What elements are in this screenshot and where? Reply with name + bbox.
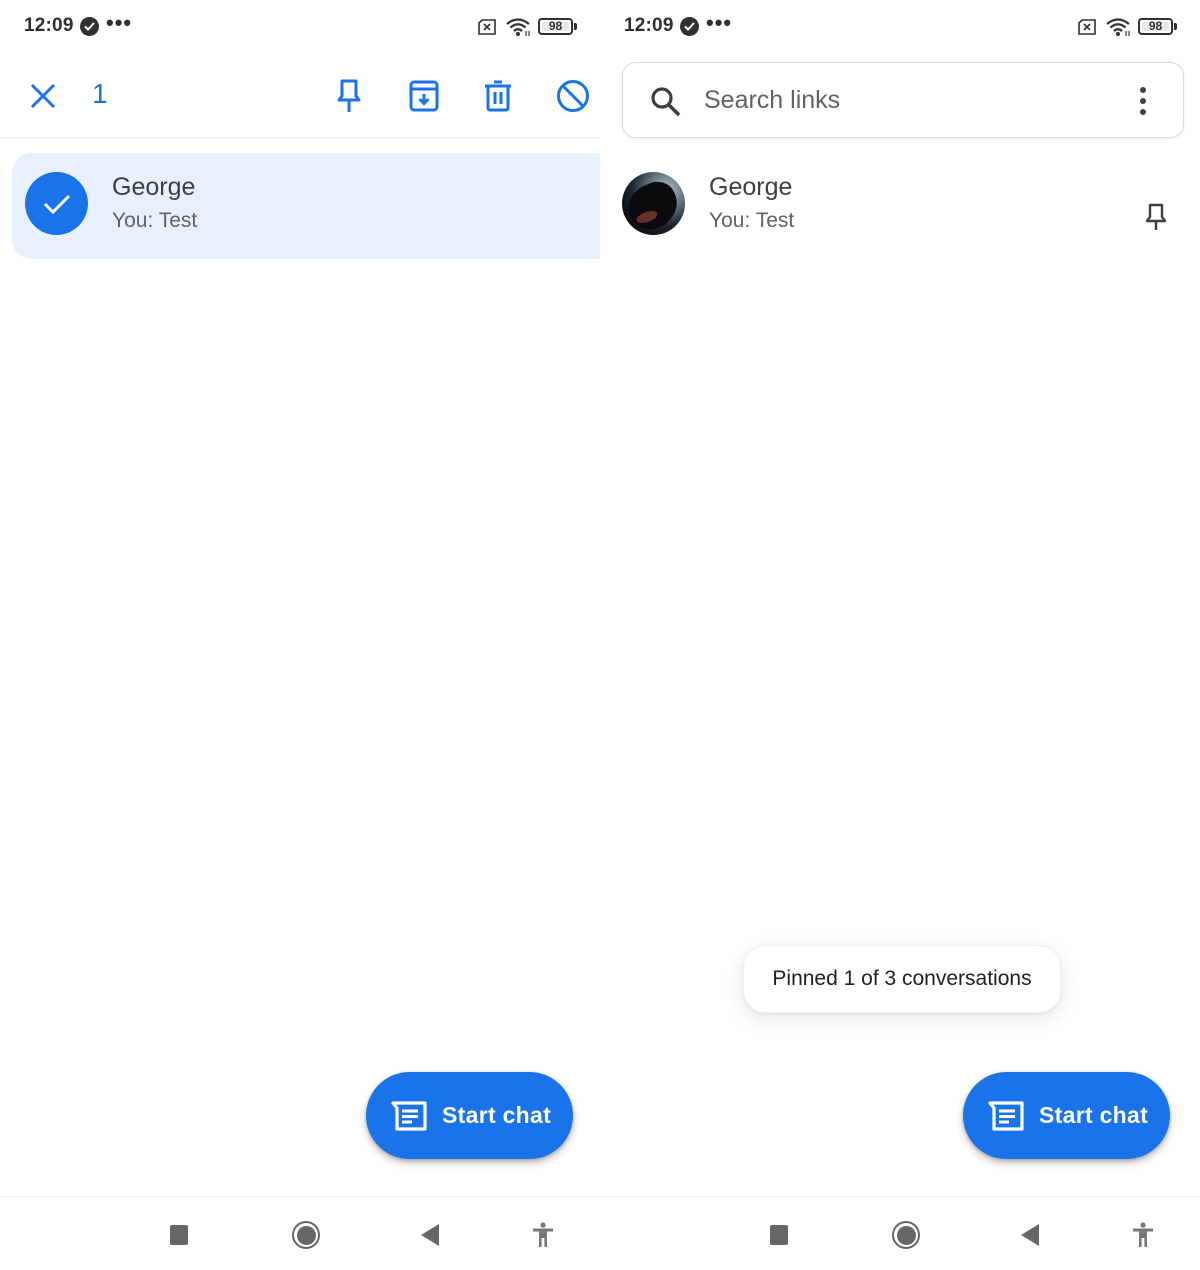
accessibility-button[interactable] <box>1123 1217 1163 1253</box>
selected-checkmark-avatar[interactable] <box>25 172 88 235</box>
no-sim-icon <box>478 19 496 35</box>
status-bar: 12:09 ••• 98 <box>0 0 600 54</box>
status-bar: 12:09 ••• 98 <box>600 0 1200 54</box>
wifi-icon <box>1106 18 1130 36</box>
pin-icon <box>337 79 361 112</box>
navigation-bar <box>0 1196 600 1270</box>
back-icon <box>421 1224 439 1246</box>
selected-count: 1 <box>92 78 108 109</box>
back-button[interactable] <box>1010 1217 1050 1253</box>
home-icon <box>292 1221 320 1249</box>
recents-icon <box>170 1225 188 1245</box>
archive-icon <box>409 80 439 112</box>
status-time: 12:09 <box>24 15 74 36</box>
selection-toolbar: 1 <box>0 54 600 138</box>
left-screen: 12:09 ••• 98 1 George You: Test Start ch… <box>0 0 600 1270</box>
start-chat-button[interactable]: Start chat <box>366 1072 573 1159</box>
back-icon <box>1021 1224 1039 1246</box>
avatar <box>622 172 685 235</box>
recents-button[interactable] <box>759 1217 799 1253</box>
verified-check-icon <box>80 17 99 36</box>
wifi-icon <box>506 18 530 36</box>
search-bar[interactable]: Search links <box>622 62 1184 138</box>
home-button[interactable] <box>886 1217 926 1253</box>
battery-level: 98 <box>1148 19 1163 33</box>
recents-icon <box>770 1225 788 1245</box>
accessibility-icon <box>533 1222 553 1247</box>
home-icon <box>892 1221 920 1249</box>
notification-dots: ••• <box>706 10 733 35</box>
trash-icon <box>485 80 511 112</box>
navigation-bar <box>600 1196 1200 1270</box>
search-input[interactable]: Search links <box>704 86 840 115</box>
recents-button[interactable] <box>159 1217 199 1253</box>
no-sim-icon <box>1078 19 1096 35</box>
start-chat-button[interactable]: Start chat <box>963 1072 1170 1159</box>
block-icon <box>557 80 589 112</box>
more-options-icon[interactable] <box>1123 79 1163 123</box>
conversation-item-selected[interactable]: George You: Test <box>12 153 600 259</box>
start-chat-label: Start chat <box>442 1102 552 1128</box>
pin-button[interactable] <box>329 76 369 116</box>
delete-button[interactable] <box>478 76 518 116</box>
battery-icon: 98 <box>1138 18 1178 36</box>
chat-icon <box>988 1100 1024 1131</box>
conversation-name: George <box>112 173 196 201</box>
conversation-snippet: You: Test <box>709 209 795 232</box>
status-time: 12:09 <box>624 15 674 36</box>
back-button[interactable] <box>410 1217 450 1253</box>
pinned-icon <box>1145 203 1167 230</box>
battery-icon: 98 <box>538 18 578 36</box>
close-selection-button[interactable] <box>23 76 63 116</box>
conversation-snippet: You: Test <box>112 209 198 232</box>
accessibility-button[interactable] <box>523 1217 563 1253</box>
chat-icon <box>391 1100 427 1131</box>
close-icon <box>30 83 56 109</box>
toast-message: Pinned 1 of 3 conversations <box>743 945 1061 1013</box>
home-button[interactable] <box>286 1217 326 1253</box>
right-screen: 12:09 ••• 98 Search links George You: Te… <box>600 0 1200 1270</box>
conversation-item[interactable]: George You: Test <box>600 153 1200 259</box>
conversation-name: George <box>709 173 793 201</box>
archive-button[interactable] <box>404 76 444 116</box>
accessibility-icon <box>1133 1222 1153 1247</box>
battery-level: 98 <box>548 19 563 33</box>
search-icon <box>651 87 681 117</box>
notification-dots: ••• <box>106 10 133 35</box>
checkmark-icon <box>43 194 70 214</box>
block-button[interactable] <box>553 76 593 116</box>
start-chat-label: Start chat <box>1039 1102 1149 1128</box>
verified-check-icon <box>680 17 699 36</box>
